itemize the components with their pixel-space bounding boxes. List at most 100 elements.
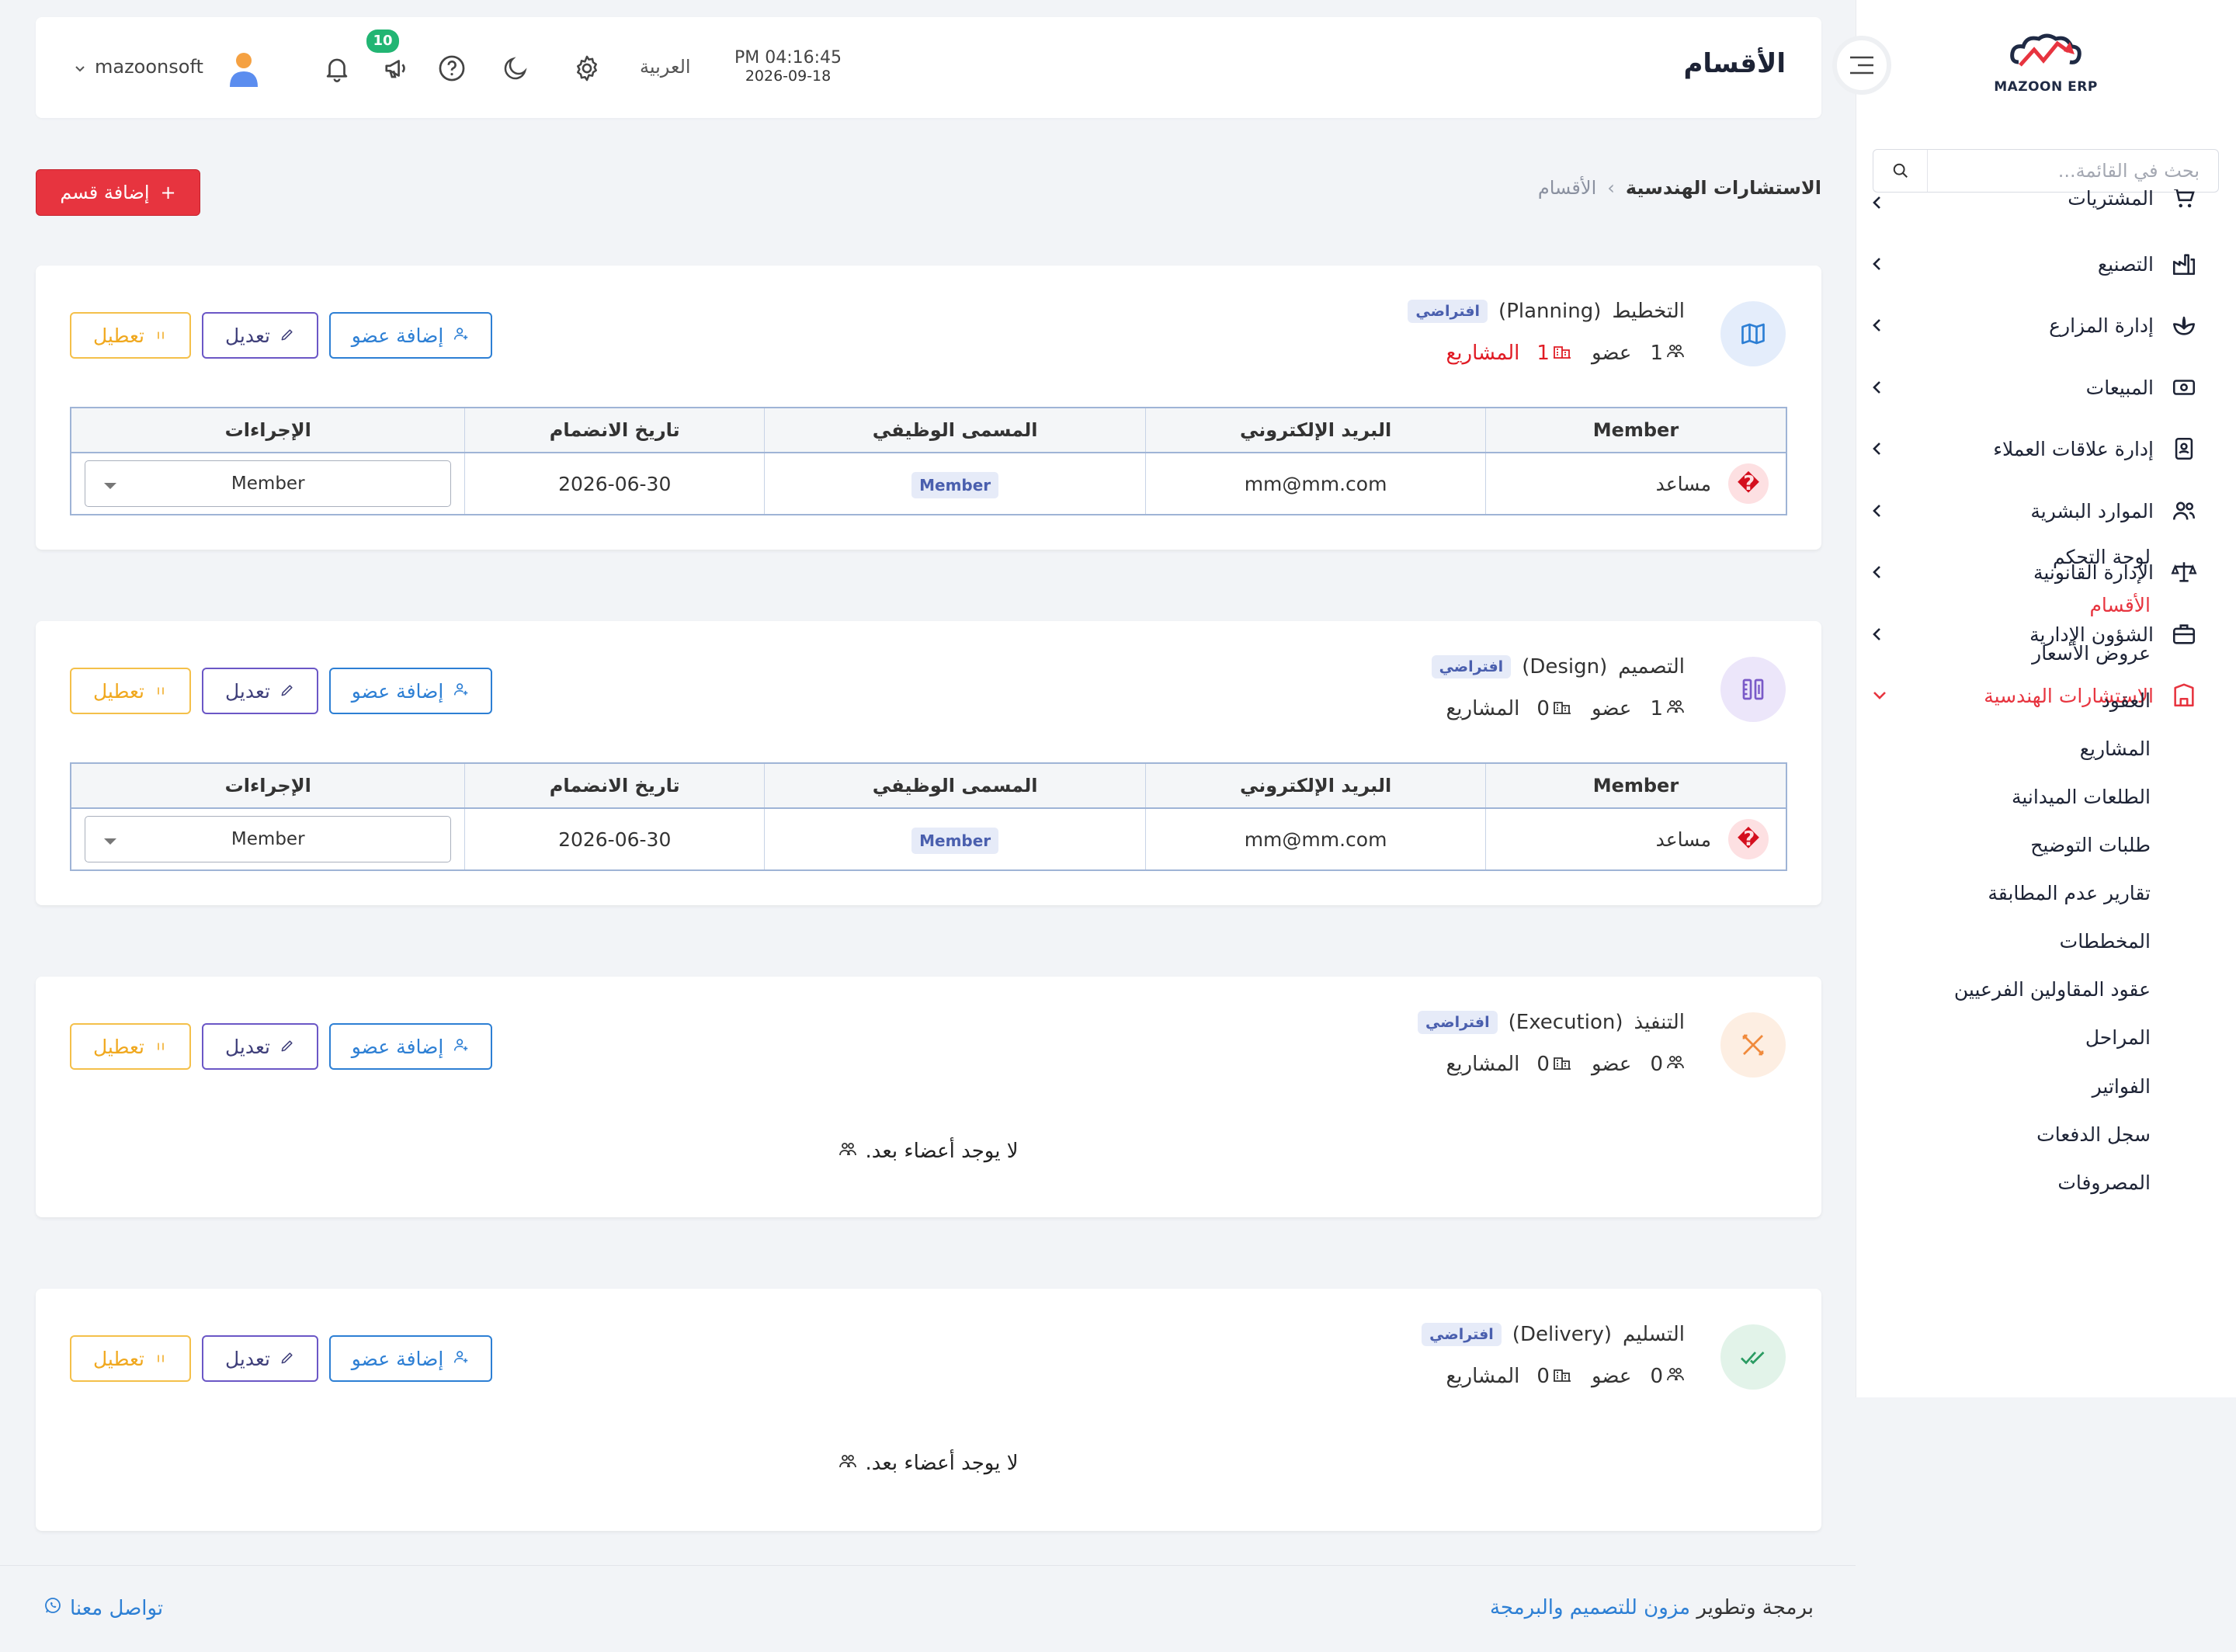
- sidebar-subitem[interactable]: الأقسام: [2089, 590, 2151, 621]
- edit-button[interactable]: تعديل: [202, 312, 318, 359]
- role-select-value: Member: [231, 829, 305, 849]
- members-word: عضو: [1591, 1365, 1632, 1388]
- sidebar-search-input[interactable]: [1928, 150, 2218, 192]
- tools-icon: [1720, 1012, 1786, 1078]
- chevron-left-icon: [1871, 626, 1884, 643]
- edit-button[interactable]: تعديل: [202, 1023, 318, 1070]
- members-count: 1: [1650, 697, 1663, 720]
- table-row: � مساعد mm@mm.com Member 2026-06-30 Memb…: [70, 807, 1787, 871]
- add-member-button[interactable]: إضافة عضو: [329, 312, 492, 359]
- department-stats: 0 عضو 0 المشاريع: [1446, 1053, 1685, 1076]
- sidebar-subitem[interactable]: سجل الدفعات: [2036, 1119, 2151, 1150]
- sidebar-item-label: إدارة المزارع: [2049, 314, 2154, 337]
- add-member-button[interactable]: إضافة عضو: [329, 1335, 492, 1382]
- projects-word: المشاريع: [1446, 1053, 1520, 1076]
- role-select-value: Member: [231, 474, 305, 494]
- member-email: mm@mm.com: [1145, 807, 1486, 871]
- sidebar-subitem[interactable]: عقود المقاولين الفرعيين: [1954, 974, 2151, 1005]
- sidebar-subitem[interactable]: الفواتير: [2092, 1071, 2151, 1102]
- footer-credit-link[interactable]: مزون للتصميم والبرمجة: [1490, 1596, 1690, 1619]
- edit-button[interactable]: تعديل: [202, 1335, 318, 1382]
- add-member-button[interactable]: إضافة عضو: [329, 668, 492, 714]
- sidebar-item-content: المبيعات: [2086, 374, 2197, 401]
- role-select[interactable]: Member: [85, 816, 452, 862]
- users-icon: [838, 1452, 857, 1475]
- disable-button[interactable]: تعطيل: [70, 1335, 191, 1382]
- sidebar-item[interactable]: إدارة المزارع: [1871, 306, 2197, 345]
- projects-stat[interactable]: 0 المشاريع: [1446, 1053, 1571, 1076]
- breadcrumb-parent[interactable]: الأقسام: [1538, 177, 1596, 199]
- role-select[interactable]: Member: [85, 460, 452, 507]
- projects-stat[interactable]: 1 المشاريع: [1446, 342, 1571, 365]
- settings-icon[interactable]: [570, 51, 604, 85]
- department-english-name: (Execution): [1508, 1011, 1623, 1034]
- language-switch[interactable]: العربية: [640, 56, 691, 78]
- default-badge: افتراضي: [1417, 1011, 1498, 1034]
- add-member-button[interactable]: إضافة عضو: [329, 1023, 492, 1070]
- disable-label: تعطيل: [93, 679, 145, 703]
- table-row: � مساعد mm@mm.com Member 2026-06-30 Memb…: [70, 452, 1787, 515]
- sidebar-item[interactable]: إدارة علاقات العملاء: [1871, 429, 2197, 468]
- announcements-icon[interactable]: [380, 51, 415, 85]
- sidebar-item-label: إدارة علاقات العملاء: [1993, 437, 2154, 460]
- member-cell: � مساعد: [1484, 807, 1787, 871]
- sidebar-subitem[interactable]: العقود: [2102, 685, 2151, 717]
- dark-mode-icon[interactable]: [498, 51, 533, 85]
- user-avatar[interactable]: [224, 48, 264, 88]
- sidebar-item[interactable]: التصنيع: [1871, 245, 2197, 283]
- member-email: mm@mm.com: [1145, 452, 1486, 515]
- sidebar-subitem[interactable]: تقارير عدم المطابقة: [1988, 878, 2151, 909]
- projects-stat[interactable]: 0 المشاريع: [1446, 1365, 1571, 1388]
- sidebar-item[interactable]: الموارد البشرية: [1871, 491, 2197, 530]
- app-logo[interactable]: MAZOON ERP: [1988, 31, 2104, 105]
- sidebar-subitem[interactable]: لوحة التحكم: [2053, 542, 2151, 573]
- sidebar-item-content: الاستشارات الهندسية: [1984, 682, 2197, 709]
- table-header: المسمى الوظيفي: [763, 407, 1147, 453]
- sidebar-subitem[interactable]: المخططات: [2060, 926, 2151, 957]
- default-badge: افتراضي: [1408, 300, 1488, 323]
- member-avatar: �: [1728, 819, 1769, 859]
- sidebar-subitem[interactable]: المصروفات: [2057, 1168, 2151, 1199]
- projects-stat[interactable]: 0 المشاريع: [1446, 697, 1571, 720]
- pencil-icon: [280, 680, 295, 703]
- table-header: المسمى الوظيفي: [763, 762, 1147, 809]
- sidebar-subitem[interactable]: المراحل: [2085, 1022, 2151, 1053]
- disable-label: تعطيل: [93, 1347, 145, 1370]
- sidebar-collapse-button[interactable]: [1832, 36, 1891, 95]
- disable-button[interactable]: تعطيل: [70, 1023, 191, 1070]
- department-card: التصميم (Design) افتراضي 1 عضو 0 المشاري…: [36, 621, 1821, 905]
- table-header: تاريخ الانضمام: [464, 762, 765, 809]
- department-name: التنفيذ: [1634, 1011, 1685, 1034]
- table-header: تاريخ الانضمام: [464, 407, 765, 453]
- help-icon[interactable]: [435, 51, 469, 85]
- user-menu[interactable]: mazoonsoft: [75, 56, 203, 78]
- pencil-icon: [280, 1036, 295, 1058]
- add-department-label: إضافة قسم: [60, 182, 150, 203]
- contact-us-link[interactable]: تواصل معنا: [43, 1596, 163, 1620]
- sidebar-item[interactable]: المبيعات: [1871, 368, 2197, 407]
- projects-count: 0: [1536, 1365, 1550, 1388]
- briefcase-icon: [2171, 621, 2197, 647]
- edit-button[interactable]: تعديل: [202, 668, 318, 714]
- table-header-row: Member البريد الإلكتروني المسمى الوظيفي تار…: [70, 407, 1787, 453]
- clock-date: 2026-09-18: [745, 68, 832, 85]
- sidebar-subitem[interactable]: عروض الأسعار: [2032, 638, 2151, 669]
- sidebar-item[interactable]: المشتريات: [1871, 189, 2197, 211]
- disable-button[interactable]: تعطيل: [70, 668, 191, 714]
- projects-word: المشاريع: [1446, 697, 1520, 720]
- sidebar-subitem[interactable]: المشاريع: [2080, 734, 2151, 765]
- sidebar-subitem[interactable]: الطلعات الميدانية: [2012, 782, 2151, 813]
- department-heading: التخطيط (Planning) افتراضي: [1408, 300, 1685, 323]
- bell-icon[interactable]: [320, 51, 354, 85]
- contact-us-label: تواصل معنا: [70, 1596, 164, 1620]
- notification-count-badge: 10: [366, 30, 399, 53]
- user-plus-icon: [453, 1348, 470, 1370]
- disable-button[interactable]: تعطيل: [70, 312, 191, 359]
- add-department-button[interactable]: + إضافة قسم: [36, 169, 200, 216]
- default-badge: افتراضي: [1422, 1323, 1502, 1346]
- sidebar-search[interactable]: [1873, 149, 2219, 193]
- pencil-icon: [280, 1348, 295, 1370]
- sidebar-item-content: إدارة علاقات العملاء: [1993, 436, 2197, 462]
- sidebar-subitem[interactable]: طلبات التوضيح: [2030, 830, 2151, 861]
- no-members-message: لا يوجد أعضاء بعد.: [36, 1452, 1821, 1475]
